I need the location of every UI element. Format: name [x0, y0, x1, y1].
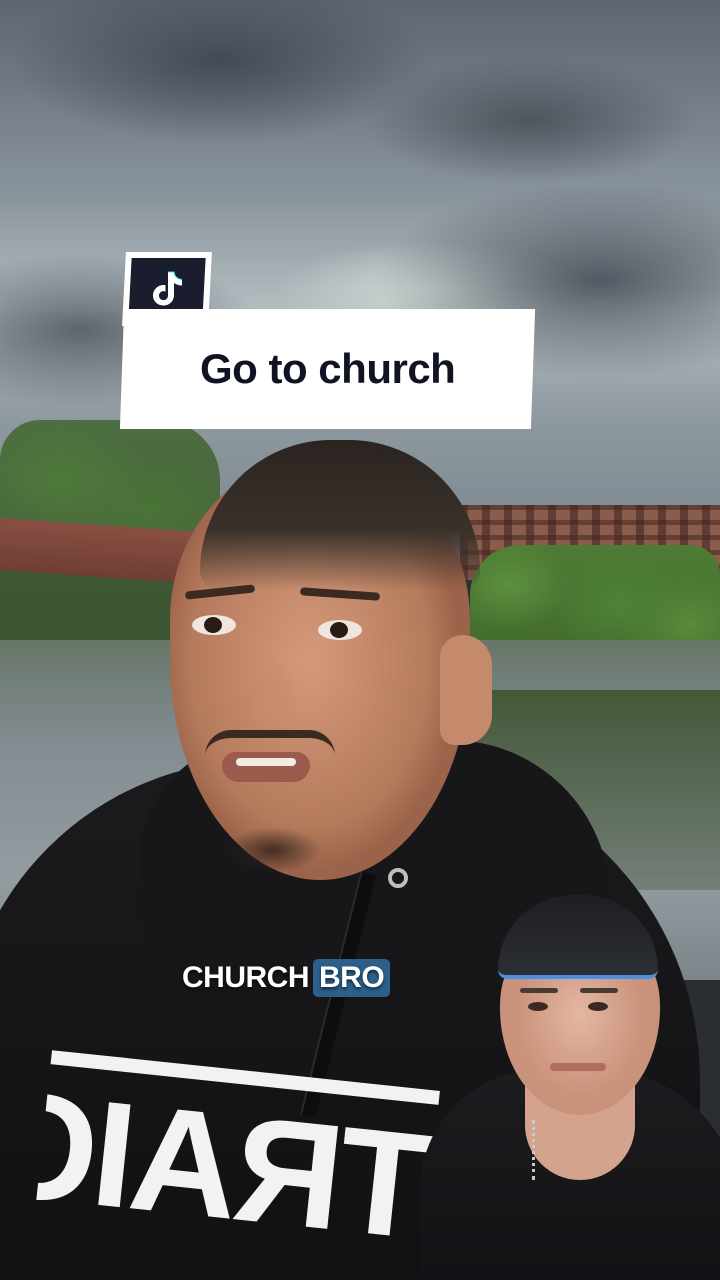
reactor-chain: [532, 1120, 545, 1180]
video-title: Go to church: [199, 345, 456, 392]
reactor-video[interactable]: [420, 870, 720, 1280]
reactor-eyebrow-right: [580, 988, 618, 993]
caption-word: CHURCH: [182, 961, 310, 994]
title-card: Go to church: [119, 309, 536, 429]
nose: [245, 630, 301, 740]
reactor-eye-left: [528, 1002, 548, 1011]
reactor-cap: [498, 895, 658, 979]
hair: [200, 440, 480, 590]
tiktok-icon: [153, 271, 183, 306]
caption: CHURCH BRO: [182, 955, 391, 1001]
goatee: [218, 825, 328, 875]
mouth: [222, 752, 310, 782]
hoodie-grommet: [388, 868, 408, 888]
caption-highlight-word: BRO: [313, 959, 391, 997]
hoodie-print: TRAIGHT: [30, 1050, 440, 1280]
reactor-mouth: [550, 1063, 606, 1071]
ear: [440, 635, 492, 745]
eye-right: [318, 620, 362, 640]
eye-left: [192, 615, 236, 635]
reactor-eye-right: [588, 1002, 608, 1011]
video-frame[interactable]: TRAIGHT Go to church CHURCH BRO: [0, 0, 720, 1280]
reactor-eyebrow-left: [520, 988, 558, 993]
